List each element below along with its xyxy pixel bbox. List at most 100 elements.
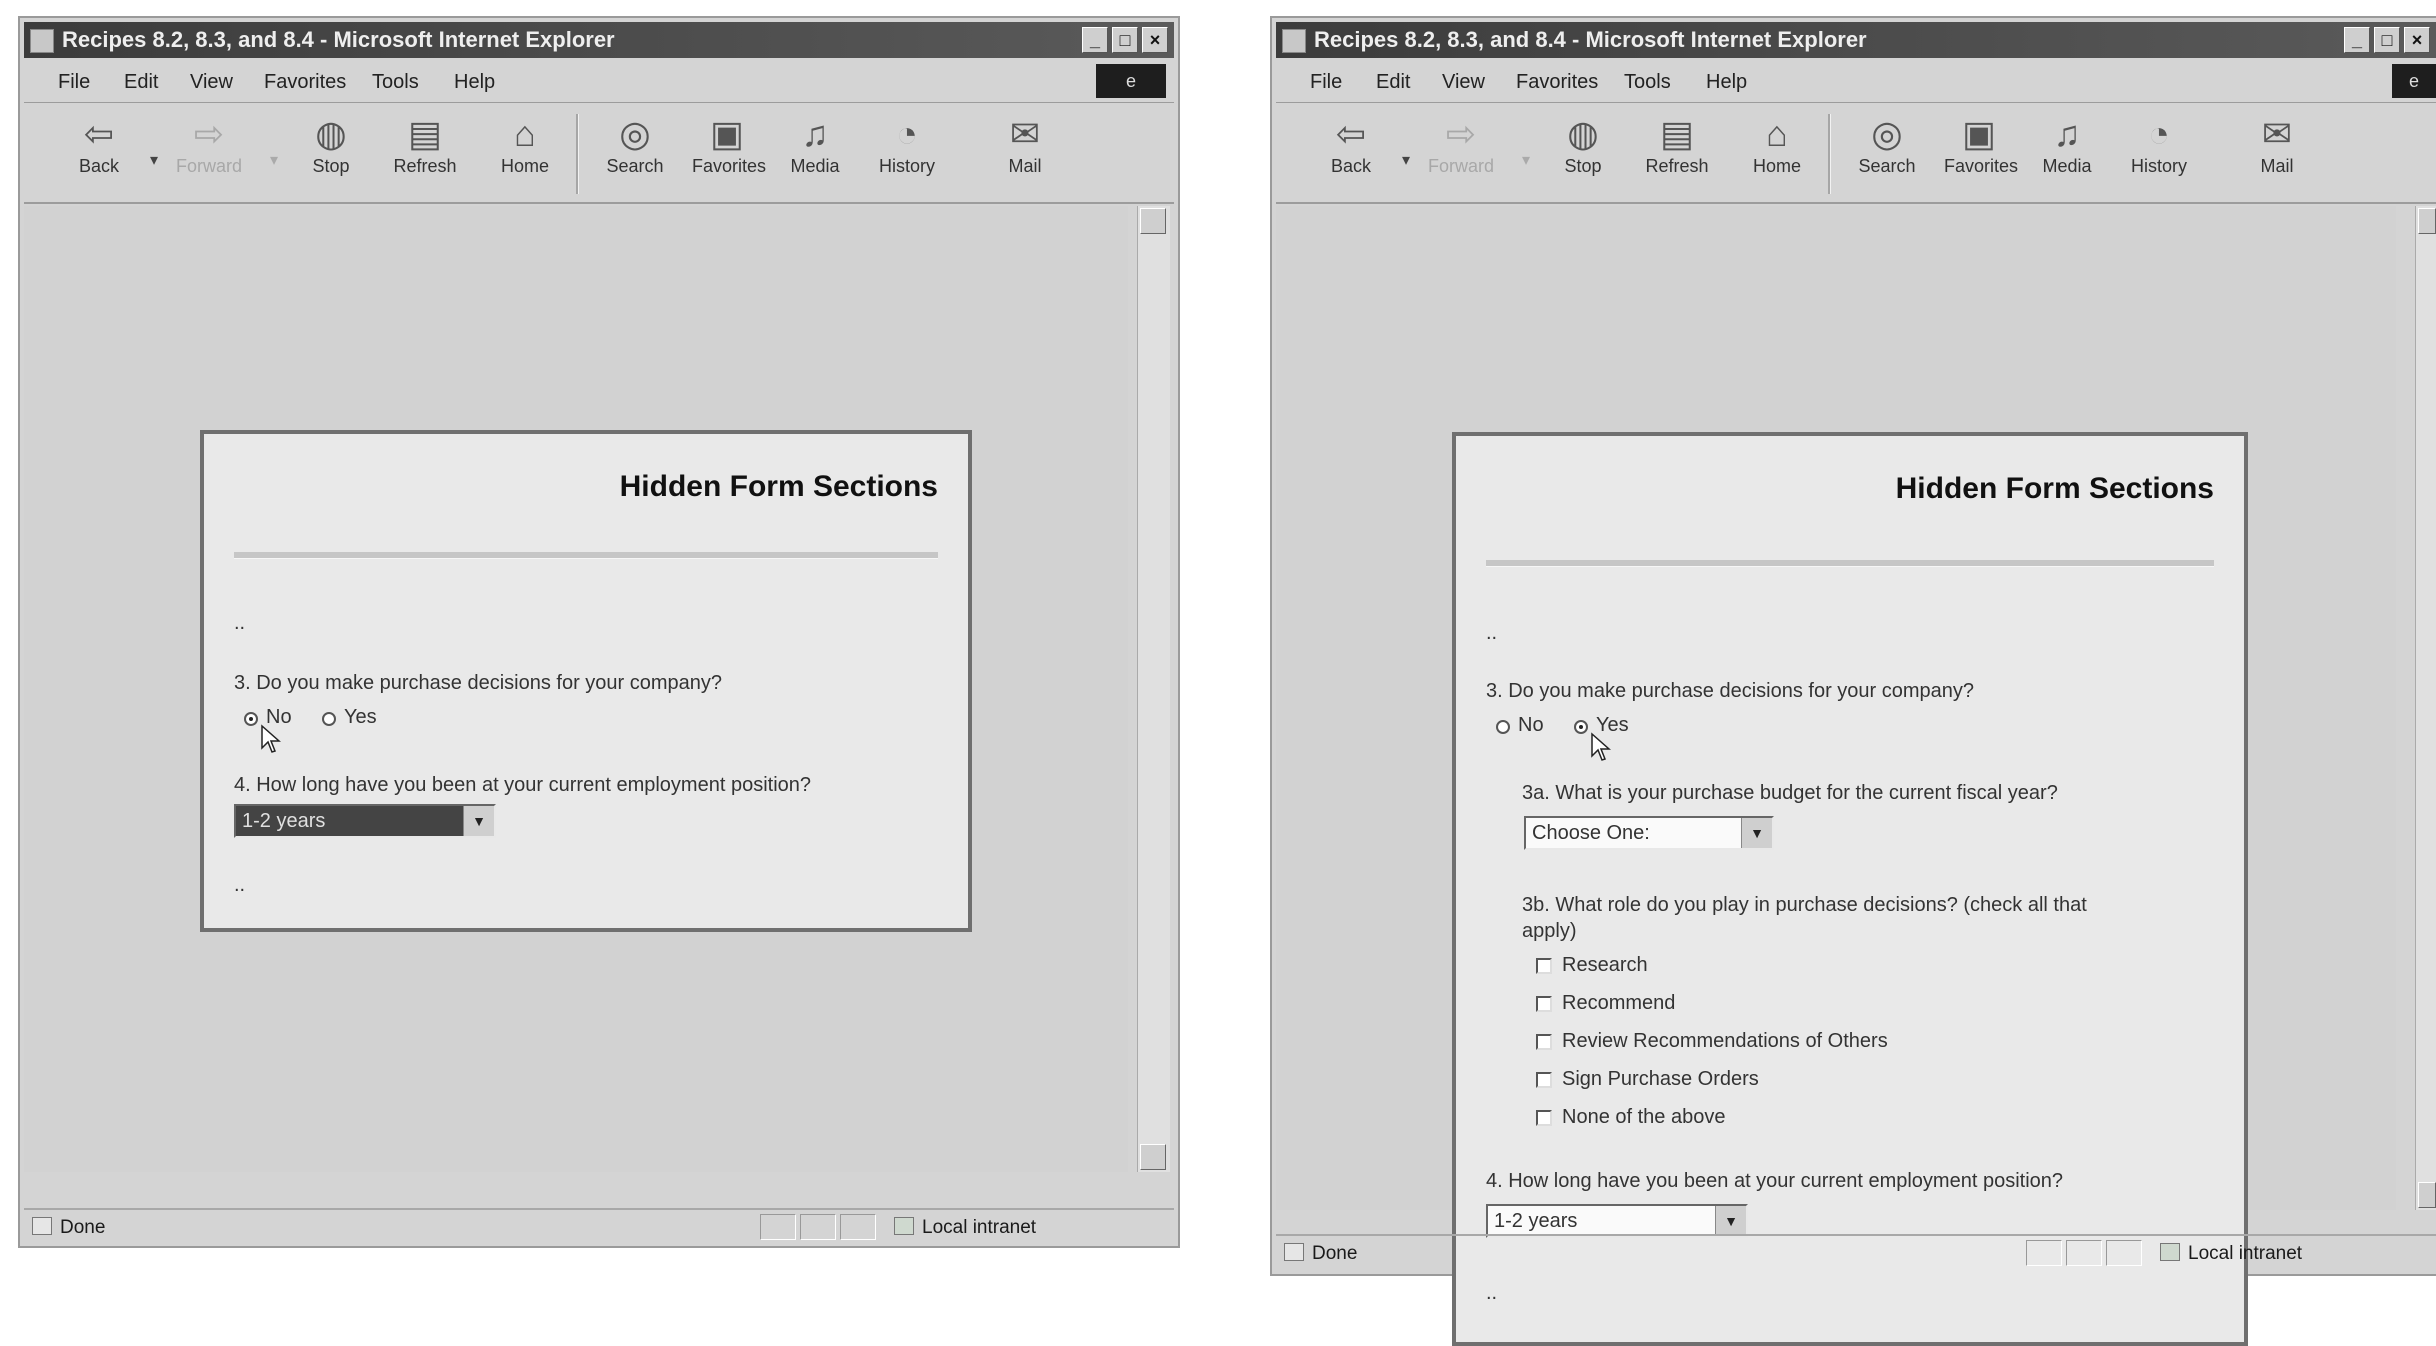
menu-view[interactable]: View — [1442, 71, 1485, 94]
mouse-cursor-icon — [1591, 732, 1611, 761]
stop-button[interactable]: ◍ Stop — [296, 112, 366, 177]
radio-no[interactable] — [1496, 720, 1510, 734]
page-content-area: Hidden Form Sections .. 3. Do you make p… — [24, 206, 1128, 1172]
dropdown-arrow-icon[interactable]: ▼ — [1741, 818, 1772, 848]
maximize-button[interactable]: □ — [2374, 27, 2400, 53]
ie-throbber-logo: e — [2392, 64, 2436, 98]
mouse-cursor-icon — [261, 724, 281, 753]
toolbar-separator — [1828, 114, 1831, 194]
back-button[interactable]: ⇦ Back — [64, 112, 134, 177]
menu-bar: File Edit View Favorites Tools Help e — [1276, 62, 2436, 103]
scroll-up-button[interactable] — [1140, 208, 1166, 234]
title-bar[interactable]: Recipes 8.2, 8.3, and 8.4 - Microsoft In… — [1276, 22, 2436, 58]
media-button[interactable]: ♫ Media — [2032, 112, 2102, 177]
mail-button[interactable]: ✉ Mail — [990, 112, 1060, 177]
close-button[interactable]: × — [1142, 27, 1168, 53]
home-button[interactable]: ⌂ Home — [1742, 112, 1812, 177]
radio-yes[interactable] — [322, 712, 336, 726]
employment-length-select[interactable]: 1-2 years ▼ — [234, 804, 496, 838]
refresh-button[interactable]: ▤ Refresh — [390, 112, 460, 177]
back-dropdown-icon[interactable]: ▾ — [1402, 150, 1410, 170]
back-arrow-icon: ⇦ — [83, 113, 115, 154]
close-button[interactable]: × — [2404, 27, 2430, 53]
page-title: Hidden Form Sections — [1895, 472, 2214, 505]
favorites-button[interactable]: ▣ Favorites — [1944, 112, 2018, 177]
menu-view[interactable]: View — [190, 71, 233, 94]
home-button[interactable]: ⌂ Home — [490, 112, 560, 177]
status-cell — [760, 1214, 796, 1240]
title-bar[interactable]: Recipes 8.2, 8.3, and 8.4 - Microsoft In… — [24, 22, 1174, 58]
menu-edit[interactable]: Edit — [1376, 71, 1410, 94]
forward-button[interactable]: ⇨ Forward — [174, 112, 244, 177]
mail-button[interactable]: ✉ Mail — [2242, 112, 2312, 177]
minimize-button[interactable]: _ — [1082, 27, 1108, 53]
status-cell — [2066, 1240, 2102, 1266]
media-icon: ♫ — [2053, 113, 2081, 154]
back-dropdown-icon[interactable]: ▾ — [150, 150, 158, 170]
scroll-down-button[interactable] — [2418, 1182, 2436, 1208]
checkbox-research[interactable] — [1536, 958, 1552, 974]
favorites-icon: ▣ — [1961, 113, 1996, 154]
ellipsis-bottom: .. — [1486, 1282, 1498, 1304]
menu-favorites[interactable]: Favorites — [1516, 71, 1598, 94]
scroll-down-button[interactable] — [1140, 1144, 1166, 1170]
media-button[interactable]: ♫ Media — [780, 112, 850, 177]
forward-dropdown-icon[interactable]: ▾ — [270, 150, 278, 170]
question-3: 3. Do you make purchase decisions for yo… — [1486, 680, 1975, 702]
back-button[interactable]: ⇦ Back — [1316, 112, 1386, 177]
menu-tools[interactable]: Tools — [372, 71, 419, 94]
radio-yes[interactable] — [1574, 720, 1588, 734]
menu-favorites[interactable]: Favorites — [264, 71, 346, 94]
menu-edit[interactable]: Edit — [124, 71, 158, 94]
menu-help[interactable]: Help — [454, 71, 495, 94]
dropdown-arrow-icon[interactable]: ▼ — [1715, 1206, 1746, 1236]
minimize-button[interactable]: _ — [2344, 27, 2370, 53]
question-3b: 3b. What role do you play in purchase de… — [1522, 894, 2087, 916]
search-button[interactable]: ◎ Search — [1852, 112, 1922, 177]
forward-button[interactable]: ⇨ Forward — [1426, 112, 1496, 177]
checkbox-none[interactable] — [1536, 1110, 1552, 1126]
checkbox-sign-label: Sign Purchase Orders — [1562, 1068, 1759, 1090]
search-button[interactable]: ◎ Search — [600, 112, 670, 177]
stop-button[interactable]: ◍ Stop — [1548, 112, 1618, 177]
radio-no[interactable] — [244, 712, 258, 726]
horizontal-rule — [234, 552, 938, 559]
budget-select-value: Choose One: — [1532, 822, 1650, 844]
menu-bar: File Edit View Favorites Tools Help e — [24, 62, 1174, 103]
vertical-scrollbar[interactable] — [2415, 206, 2436, 1210]
checkbox-recommend[interactable] — [1536, 996, 1552, 1012]
vertical-scrollbar[interactable] — [1137, 206, 1170, 1172]
horizontal-rule — [1486, 560, 2214, 567]
refresh-button[interactable]: ▤ Refresh — [1642, 112, 1712, 177]
history-button[interactable]: ◔ History — [2124, 112, 2194, 177]
history-button[interactable]: ◔ History — [872, 112, 942, 177]
checkbox-sign[interactable] — [1536, 1072, 1552, 1088]
maximize-button[interactable]: □ — [1112, 27, 1138, 53]
budget-select[interactable]: Choose One: ▼ — [1524, 816, 1774, 850]
status-zone: Local intranet — [894, 1217, 1036, 1239]
window-title: Recipes 8.2, 8.3, and 8.4 - Microsoft In… — [62, 27, 615, 52]
checkbox-review[interactable] — [1536, 1034, 1552, 1050]
dropdown-arrow-icon[interactable]: ▼ — [463, 806, 494, 836]
scroll-up-button[interactable] — [2418, 208, 2436, 234]
status-zone: Local intranet — [2160, 1243, 2302, 1265]
question-3a: 3a. What is your purchase budget for the… — [1522, 782, 2058, 804]
menu-file[interactable]: File — [1310, 71, 1342, 94]
home-icon: ⌂ — [514, 113, 536, 154]
question-3: 3. Do you make purchase decisions for yo… — [234, 672, 723, 694]
menu-tools[interactable]: Tools — [1624, 71, 1671, 94]
menu-help[interactable]: Help — [1706, 71, 1747, 94]
favorites-button[interactable]: ▣ Favorites — [692, 112, 766, 177]
checkbox-recommend-label: Recommend — [1562, 992, 1676, 1014]
form-panel: Hidden Form Sections .. 3. Do you make p… — [200, 430, 972, 932]
status-done: Done — [32, 1217, 105, 1239]
form-panel: Hidden Form Sections .. 3. Do you make p… — [1452, 432, 2248, 1346]
status-cell — [840, 1214, 876, 1240]
employment-length-select[interactable]: 1-2 years ▼ — [1486, 1204, 1748, 1238]
status-bar: Done Local intranet — [1276, 1234, 2436, 1274]
search-icon: ◎ — [1871, 113, 1903, 154]
forward-dropdown-icon[interactable]: ▾ — [1522, 150, 1530, 170]
mail-icon: ✉ — [2261, 113, 2293, 154]
menu-file[interactable]: File — [58, 71, 90, 94]
toolbar: ⇦ Back ▾ ⇨ Forward ▾ ◍ Stop ▤ Refresh ⌂ Home … — [1276, 106, 2436, 204]
